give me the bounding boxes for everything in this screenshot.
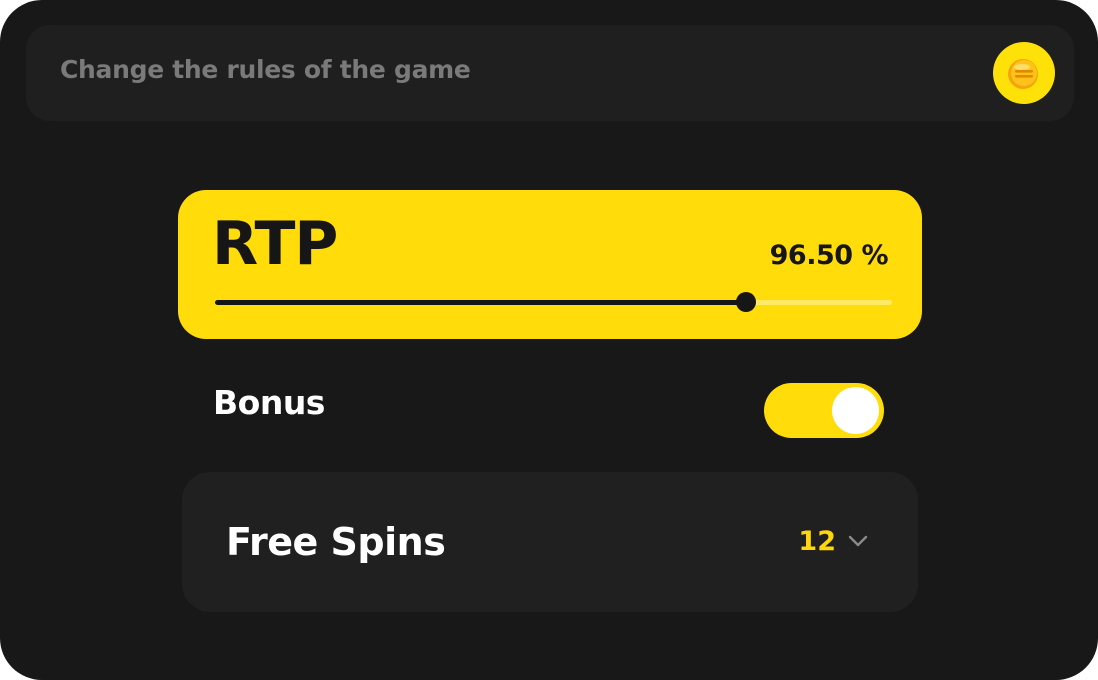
rtp-slider-thumb[interactable] (736, 292, 757, 312)
free-spins-value: 12 (798, 525, 836, 557)
page-title: Change the rules of the game (60, 55, 471, 84)
rules-panel: Change the rules of the game RTP 96.50 %… (0, 0, 1098, 680)
chevron-down-icon (848, 535, 868, 547)
rtp-value: 96.50 % (769, 240, 889, 271)
rtp-card: RTP 96.50 % (178, 190, 922, 339)
free-spins-card: Free Spins 12 (182, 472, 918, 612)
header-bar: Change the rules of the game (26, 25, 1074, 121)
gold-coin-icon (995, 44, 1053, 102)
free-spins-label: Free Spins (226, 520, 446, 564)
bonus-label: Bonus (213, 383, 325, 422)
bonus-toggle-knob (832, 387, 879, 434)
coin-button[interactable] (993, 42, 1055, 104)
free-spins-select[interactable]: 12 (798, 524, 868, 558)
rtp-label: RTP (212, 209, 338, 279)
bonus-toggle[interactable] (764, 383, 884, 438)
rtp-slider-fill (215, 300, 747, 305)
rtp-slider[interactable] (215, 292, 892, 312)
